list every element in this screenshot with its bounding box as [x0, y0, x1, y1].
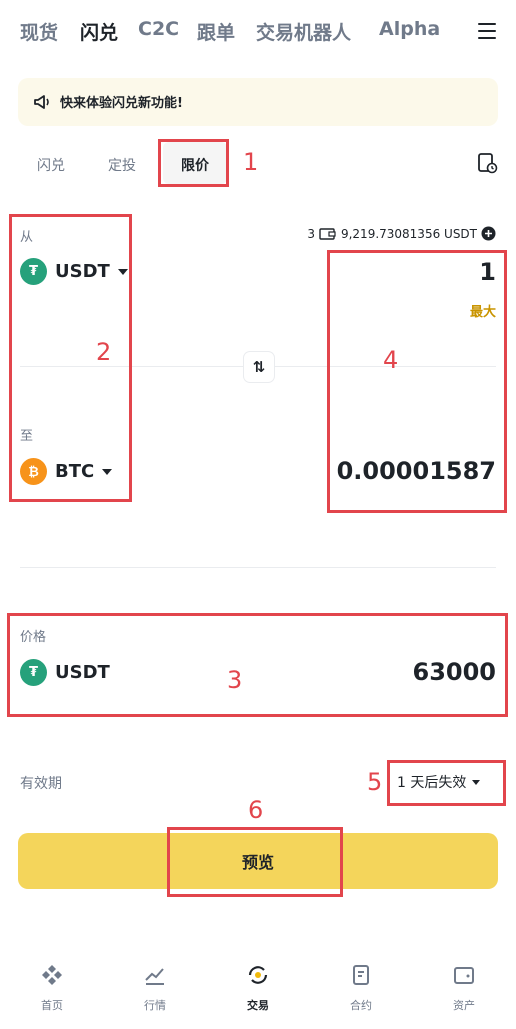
annotation-number-4: 4 — [383, 346, 399, 374]
home-icon — [42, 965, 62, 985]
futures-icon — [353, 965, 369, 985]
tab-spot[interactable]: 现货 — [20, 18, 58, 45]
expiry-label: 有效期 — [20, 776, 62, 792]
annotation-number-1: 1 — [243, 148, 259, 176]
annotation-box-2 — [9, 214, 132, 502]
swap-direction-button[interactable]: ⇅ — [244, 352, 274, 382]
trade-icon — [248, 966, 268, 984]
nav-assets[interactable]: 资产 — [424, 963, 504, 1013]
annotation-number-3: 3 — [227, 666, 243, 694]
nav-trade-label: 交易 — [247, 999, 269, 1012]
nav-home[interactable]: 首页 — [12, 963, 92, 1013]
nav-trade[interactable]: 交易 — [218, 963, 298, 1013]
annotation-number-5: 5 — [367, 768, 383, 796]
divider — [20, 567, 496, 568]
annotation-box-3 — [7, 613, 508, 717]
tab-c2c[interactable]: C2C — [138, 18, 179, 40]
order-history-icon[interactable] — [476, 152, 498, 174]
top-nav: 现货 闪兑 C2C 跟单 交易机器人 Alpha — [20, 18, 496, 50]
tab-convert[interactable]: 闪兑 — [80, 18, 118, 45]
add-funds-icon[interactable] — [481, 226, 496, 241]
annotation-box-6 — [167, 827, 343, 897]
megaphone-icon — [34, 95, 49, 109]
nav-markets-label: 行情 — [144, 999, 166, 1012]
annotation-number-6: 6 — [248, 796, 264, 824]
wallet-icon — [454, 967, 474, 984]
balance-value: 9,219.73081356 USDT — [340, 226, 477, 241]
wallet-icon — [319, 227, 336, 240]
tab-trading-bots[interactable]: 交易机器人 — [256, 18, 351, 45]
tab-copy-trading[interactable]: 跟单 — [197, 18, 235, 45]
annotation-box-1 — [158, 139, 229, 187]
swap-arrows-icon: ⇅ — [252, 358, 266, 376]
announcement-text: 快来体验闪兑新功能! — [60, 96, 183, 111]
bottom-nav: 首页 行情 交易 合约 资产 — [0, 955, 516, 1029]
tab-recurring[interactable]: 定投 — [108, 155, 136, 175]
nav-home-label: 首页 — [41, 999, 63, 1012]
tab-alpha[interactable]: Alpha — [379, 18, 440, 40]
announcement-banner[interactable]: 快来体验闪兑新功能! — [18, 78, 498, 126]
nav-assets-label: 资产 — [453, 999, 475, 1012]
nav-futures[interactable]: 合约 — [321, 963, 401, 1013]
balance-badge: 3 — [307, 226, 315, 241]
annotation-box-4 — [327, 250, 507, 513]
tab-instant-convert[interactable]: 闪兑 — [37, 155, 65, 175]
nav-markets[interactable]: 行情 — [115, 963, 195, 1013]
annotation-box-5 — [387, 760, 506, 806]
available-balance: 3 9,219.73081356 USDT — [307, 226, 496, 241]
chart-icon — [145, 968, 164, 985]
annotation-number-2: 2 — [96, 338, 112, 366]
menu-icon[interactable] — [478, 23, 496, 39]
nav-futures-label: 合约 — [350, 999, 372, 1012]
